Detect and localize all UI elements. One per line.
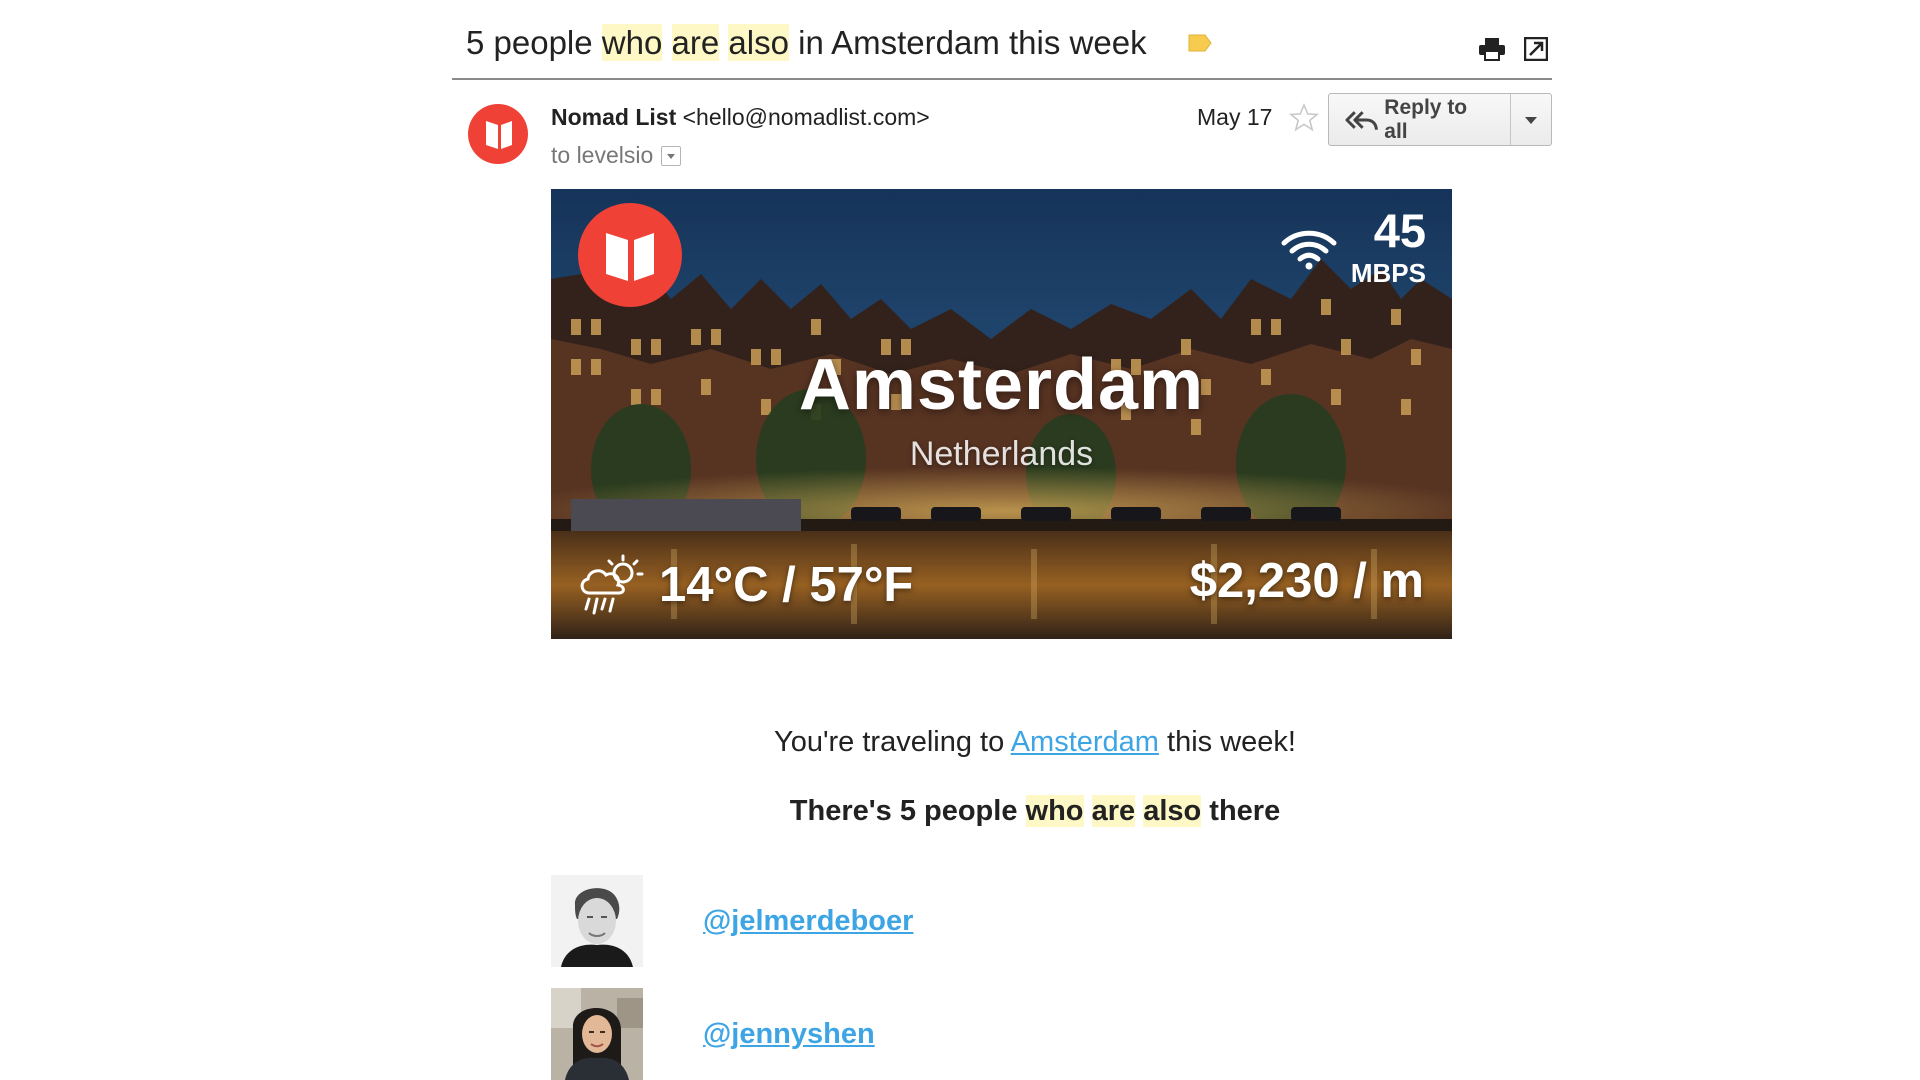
person-handle-link[interactable]: @jelmerdeboer [703, 905, 913, 938]
city-hero-card[interactable]: 45 MBPS Amsterdam Netherlands 14°C / 57°… [551, 189, 1452, 639]
avatar[interactable] [551, 988, 643, 1080]
people-highlight: also [1143, 795, 1202, 827]
internet-speed: 45 MBPS [1351, 207, 1426, 289]
internet-speed-unit: MBPS [1350, 258, 1426, 288]
print-icon[interactable] [1476, 34, 1508, 64]
subject-bar: 5 people who are also in Amsterdam this … [452, 10, 1552, 80]
temperature: 14°C / 57°F [659, 558, 914, 612]
people-text: there [1201, 795, 1281, 827]
label-tag-icon[interactable] [1187, 33, 1213, 53]
list-item: @jennyshen [551, 988, 1251, 1080]
subject-highlight: are [671, 24, 720, 61]
internet-speed-value: 45 [1373, 204, 1426, 257]
travel-message: You're traveling to Amsterdam this week! [0, 726, 1920, 759]
cost-of-living: $2,230 / m [1189, 554, 1424, 608]
reply-to-all-button[interactable]: Reply to all [1329, 94, 1511, 145]
subject-text: 5 people [466, 24, 602, 61]
subject-highlight: who [601, 24, 663, 61]
star-icon[interactable] [1288, 102, 1320, 134]
more-actions-dropdown[interactable] [1511, 94, 1551, 145]
city-link[interactable]: Amsterdam [1011, 726, 1159, 758]
subject-text: in Amsterdam this week [788, 24, 1147, 61]
reply-to-all-label: Reply to all [1384, 95, 1468, 143]
subject-highlight: also [728, 24, 789, 61]
recipient-line: to levelsio [551, 142, 682, 169]
recipient-label: to levelsio [551, 142, 654, 168]
people-count-heading: There's 5 people who are also there [0, 795, 1920, 828]
people-highlight: who [1025, 795, 1084, 827]
sender-email: <hello@nomadlist.com> [682, 104, 930, 130]
wifi-icon [1281, 230, 1337, 270]
travel-text: this week! [1158, 726, 1296, 758]
reply-button-group: Reply to all [1328, 93, 1552, 146]
email-subject: 5 people who are also in Amsterdam this … [466, 24, 1147, 62]
sender-avatar [468, 104, 528, 164]
city-name: Amsterdam [798, 345, 1205, 425]
sender: Nomad List <hello@nomadlist.com> [551, 104, 930, 131]
person-handle-link[interactable]: @jennyshen [703, 1018, 875, 1051]
recipient-details-dropdown[interactable] [661, 145, 682, 166]
subject-toolbar [1476, 34, 1552, 64]
weather: 14°C / 57°F [575, 553, 913, 617]
sender-name[interactable]: Nomad List [551, 104, 676, 130]
rain-sun-cloud-icon [580, 554, 644, 615]
open-in-new-window-icon[interactable] [1520, 34, 1552, 64]
people-text: There's 5 people [789, 795, 1026, 827]
country-name: Netherlands [909, 435, 1094, 473]
avatar[interactable] [551, 875, 643, 967]
chevron-down-icon [667, 153, 676, 159]
nomad-list-logo [578, 203, 682, 307]
list-item: @jelmerdeboer [551, 875, 1251, 967]
email-date: May 17 [1197, 104, 1273, 130]
reply-all-icon [1345, 110, 1378, 130]
people-highlight: are [1091, 795, 1136, 827]
chevron-down-icon [1525, 116, 1537, 124]
travel-text: You're traveling to [774, 726, 1011, 758]
